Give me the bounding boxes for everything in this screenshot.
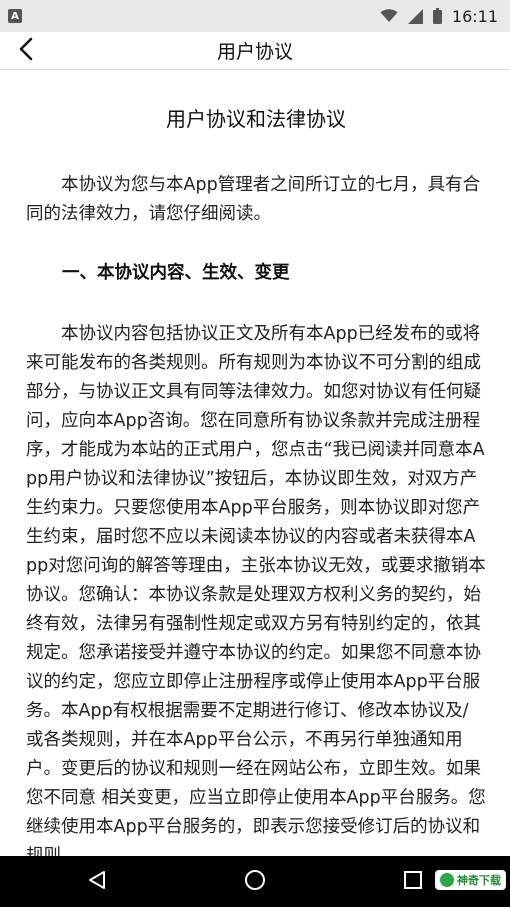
status-bar: A 16:11 — [0, 0, 510, 32]
intro-paragraph: 本协议为您与本App管理者之间所订立的七月，具有合同的法律效力，请您仔细阅读。 — [26, 175, 481, 224]
agreement-content[interactable]: 用户协议和法律协议 本协议为您与本App管理者之间所订立的七月，具有合同的法律效… — [0, 71, 510, 856]
signal-icon — [407, 8, 423, 24]
battery-icon — [432, 8, 442, 24]
section-body-paragraph: 本协议内容包括协议正文及所有本App已经发布的或将来可能发布的各类规则。所有规则… — [26, 324, 486, 856]
page-title: 用户协议 — [216, 41, 293, 63]
triangle-back-icon — [88, 870, 106, 894]
circle-home-icon — [244, 869, 266, 895]
system-nav-bar: 神奇下载 — [0, 856, 510, 907]
section-heading: 一、本协议内容、生效、变更 — [62, 263, 290, 283]
square-recents-icon — [404, 871, 422, 893]
chevron-left-icon — [18, 37, 34, 65]
app-bar: 用户协议 — [0, 32, 510, 70]
watermark: 神奇下载 — [435, 870, 506, 890]
document-title: 用户协议和法律协议 — [166, 107, 346, 131]
watermark-text: 神奇下载 — [457, 874, 501, 887]
status-time: 16:11 — [451, 6, 498, 26]
nav-home-button[interactable] — [238, 866, 272, 898]
notification-icon: A — [8, 9, 22, 23]
back-button[interactable] — [10, 36, 42, 66]
nav-recents-button[interactable] — [396, 866, 430, 898]
wifi-icon — [380, 9, 398, 23]
watermark-logo-icon — [440, 873, 454, 887]
nav-back-button[interactable] — [80, 866, 114, 898]
